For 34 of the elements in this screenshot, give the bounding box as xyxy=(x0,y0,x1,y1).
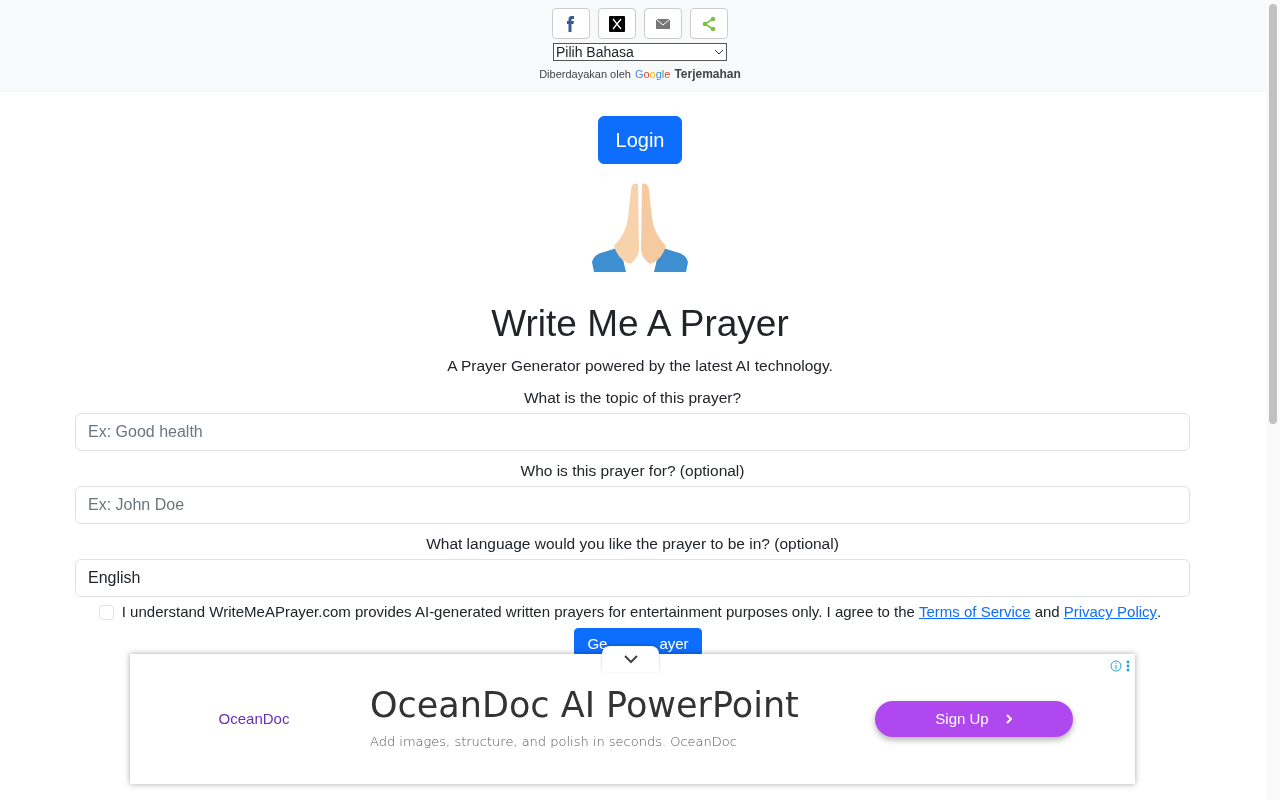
caret-icon xyxy=(714,49,724,55)
share-button[interactable] xyxy=(552,8,590,39)
scrollbar-thumb[interactable] xyxy=(1269,4,1277,424)
agreement-checkbox[interactable] xyxy=(98,605,114,621)
info-icon[interactable] xyxy=(1110,659,1122,672)
chevron-down-icon xyxy=(622,654,639,664)
period-text: . xyxy=(1157,602,1162,623)
field-label: What language would you like the prayer to be in? (optional) xyxy=(425,534,840,555)
and-text: and xyxy=(1034,602,1060,623)
share-button[interactable] xyxy=(598,8,636,39)
input-field[interactable]: English xyxy=(75,559,1190,598)
login-button[interactable]: Login xyxy=(597,116,683,164)
google-logo: Google xyxy=(634,66,671,82)
translate-link[interactable]: Terjemahan xyxy=(674,65,741,83)
page-title: Write Me A Prayer xyxy=(491,302,789,346)
subtitle: A Prayer Generator powered by the latest AI technology. xyxy=(447,356,833,377)
language-select[interactable]: Pilih Bahasa xyxy=(553,43,727,61)
field-label: Who is this prayer for? (optional) xyxy=(519,460,746,481)
sign-up-button[interactable]: Sign Up xyxy=(875,700,1073,737)
chevron-right-icon xyxy=(1004,712,1013,725)
input-field[interactable]: Ex: John Doe xyxy=(75,486,1190,525)
x-logo-icon xyxy=(609,15,625,32)
ad-description: Add images, structure, and polish in seconds. OceanDoc xyxy=(370,733,738,752)
share-icon xyxy=(701,15,717,32)
ad-headline: OceanDoc AI PowerPoint xyxy=(370,685,800,725)
privacy-link[interactable]: Privacy Policy xyxy=(1063,601,1158,624)
field-label: What is the topic of this prayer? xyxy=(522,387,743,408)
terms-link[interactable]: Terms of Service xyxy=(918,601,1031,624)
generate-button[interactable]: Ge ayer xyxy=(574,627,702,654)
powered-by-text: Diberdayakan oleh xyxy=(539,66,631,82)
more-icon[interactable] xyxy=(1126,659,1130,672)
advertiser-logo: OceanDoc xyxy=(217,708,291,729)
agreement-text: I understand WriteMeAPrayer.com provides AI-generated written prayers for entertainment purposes only. I agree to the xyxy=(121,602,915,623)
input-field[interactable]: Ex: Good health xyxy=(75,412,1190,451)
